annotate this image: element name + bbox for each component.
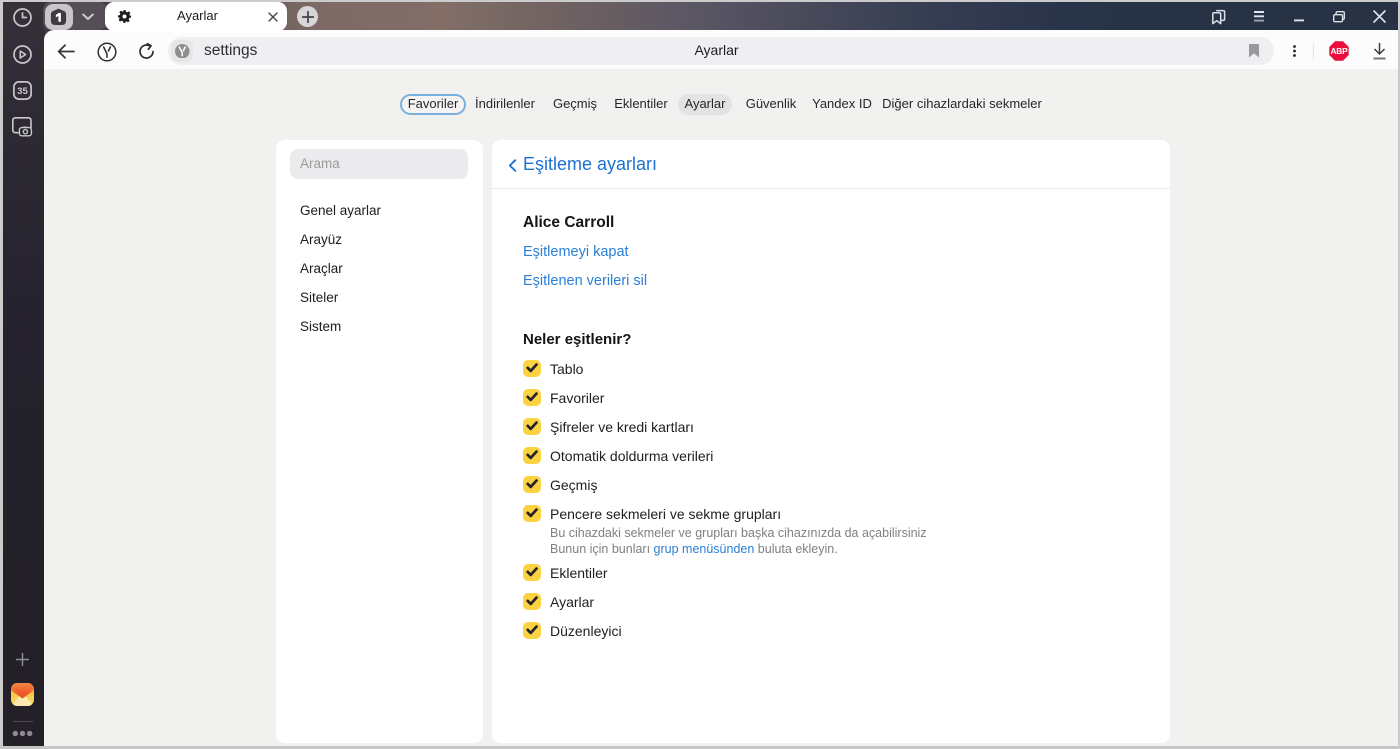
svg-text:35: 35: [17, 86, 28, 97]
svg-text:ABP: ABP: [1330, 46, 1348, 56]
